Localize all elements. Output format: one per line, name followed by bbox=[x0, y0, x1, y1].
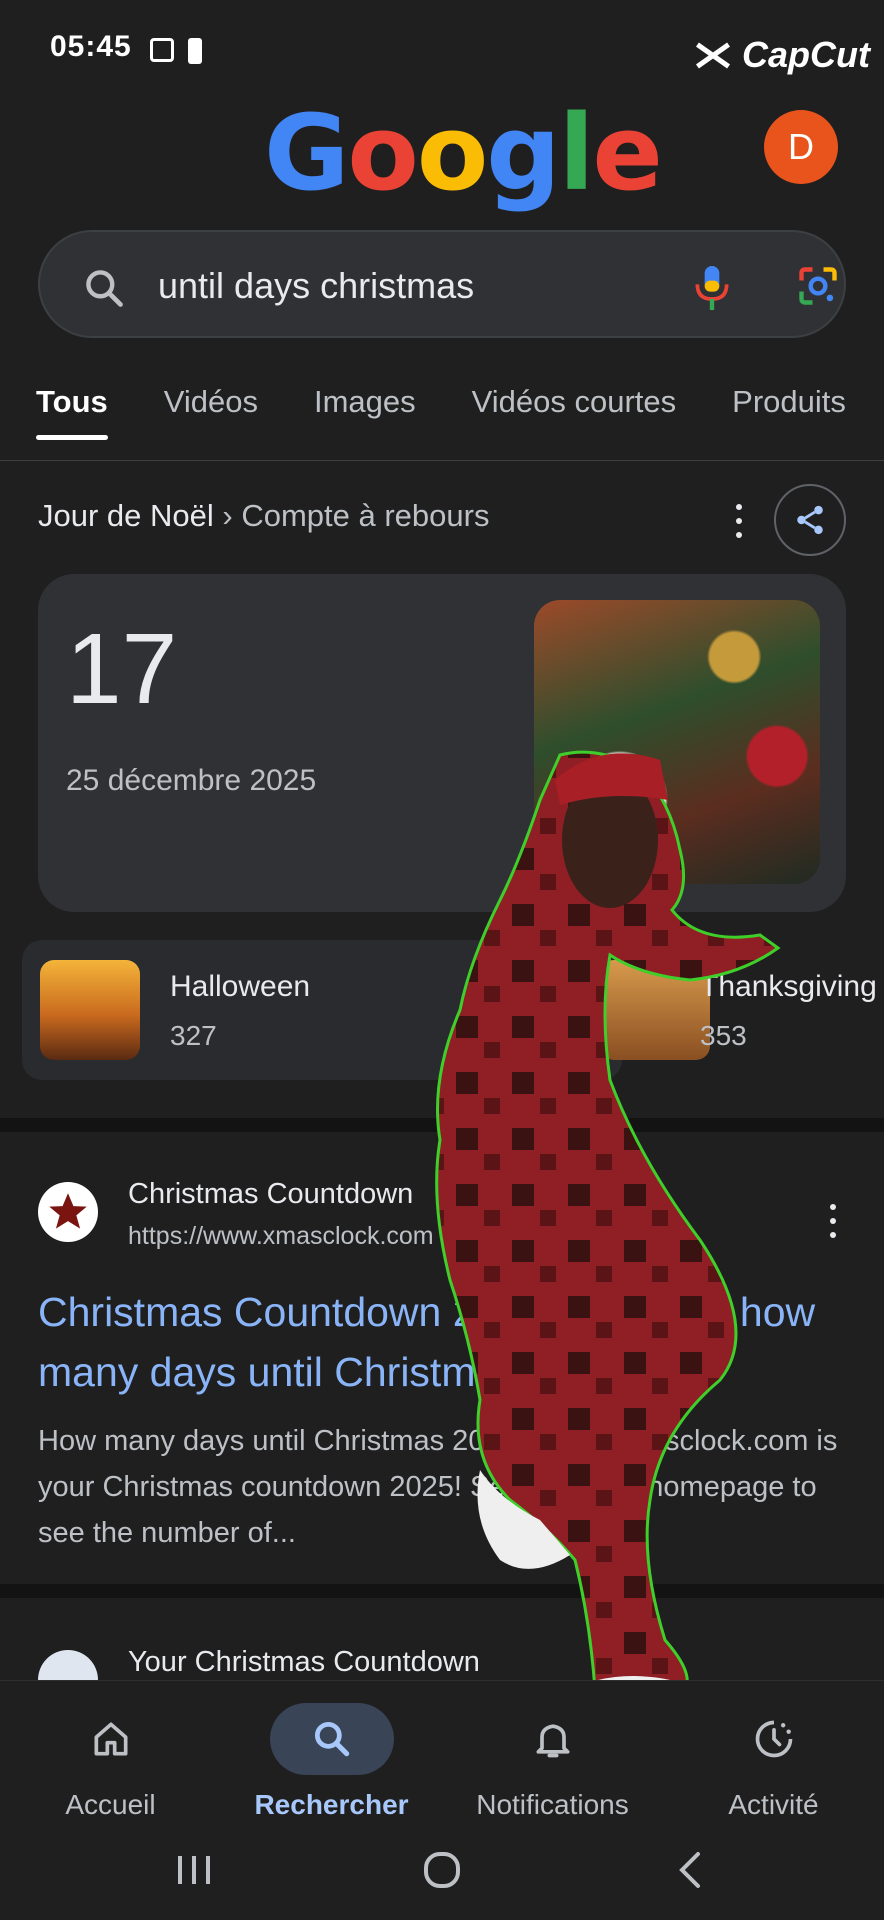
site-favicon bbox=[38, 1182, 98, 1242]
google-lens-icon[interactable] bbox=[796, 264, 840, 308]
target-date: 25 décembre 2025 bbox=[66, 764, 317, 797]
home-icon bbox=[94, 1722, 127, 1756]
back-button[interactable] bbox=[660, 1840, 720, 1900]
share-button[interactable] bbox=[774, 484, 846, 556]
nav-notifications[interactable]: Notifications bbox=[442, 1681, 663, 1821]
nav-rechercher[interactable]: Rechercher bbox=[221, 1681, 442, 1821]
christmas-tree-image bbox=[534, 600, 820, 884]
nav-activite[interactable]: Activité bbox=[663, 1681, 884, 1821]
back-icon bbox=[679, 1852, 700, 1888]
capcut-logo-icon bbox=[690, 37, 734, 73]
result-title-link[interactable]: Christmas Countdown 2025 - Find out how … bbox=[38, 1282, 838, 1402]
days-remaining: 17 bbox=[66, 613, 178, 725]
search-tabs: Tous Vidéos Images Vidéos courtes Produi… bbox=[36, 384, 884, 440]
holiday-name: Thanksgiving bbox=[700, 970, 877, 1003]
thanksgiving-image bbox=[600, 960, 710, 1060]
tab-videos-courtes[interactable]: Vidéos courtes bbox=[472, 384, 677, 440]
more-options-icon[interactable] bbox=[734, 504, 744, 538]
result-site-name[interactable]: Christmas Countdown bbox=[128, 1178, 413, 1211]
section-divider bbox=[0, 1118, 884, 1132]
breadcrumb-title: Jour de Noël bbox=[38, 498, 214, 533]
logo-letter: o bbox=[347, 92, 418, 214]
breadcrumb: Jour de Noël › Compte à rebours bbox=[38, 498, 489, 534]
result-snippet: How many days until Christmas 2025? www.… bbox=[38, 1425, 838, 1549]
tab-videos[interactable]: Vidéos bbox=[164, 384, 258, 440]
countdown-card[interactable]: 17 25 décembre 2025 bbox=[38, 574, 846, 912]
system-navigation-bar bbox=[0, 1820, 884, 1920]
bell-icon bbox=[536, 1724, 569, 1758]
tabs-divider bbox=[0, 460, 884, 461]
breadcrumb-subtitle: Compte à rebours bbox=[241, 498, 490, 533]
holiday-card-thanksgiving[interactable]: Thanksgiving 353 bbox=[560, 940, 884, 1080]
home-button[interactable] bbox=[412, 1840, 472, 1900]
search-bar[interactable] bbox=[38, 230, 846, 338]
status-time: 05:45 bbox=[50, 30, 132, 63]
activity-icon bbox=[755, 1720, 792, 1758]
tab-produits[interactable]: Produits bbox=[732, 384, 846, 440]
share-icon bbox=[797, 505, 823, 535]
holiday-days: 327 bbox=[170, 1020, 217, 1051]
tab-tous[interactable]: Tous bbox=[36, 384, 108, 440]
holiday-days: 353 bbox=[700, 1020, 747, 1051]
account-avatar[interactable]: D bbox=[764, 110, 838, 184]
halloween-image bbox=[40, 960, 140, 1060]
section-divider bbox=[0, 1584, 884, 1598]
logo-letter: G bbox=[264, 92, 349, 214]
recent-apps-button[interactable] bbox=[164, 1840, 224, 1900]
battery-icon bbox=[188, 38, 202, 64]
nav-label: Accueil bbox=[65, 1789, 156, 1820]
nav-label: Notifications bbox=[476, 1789, 629, 1820]
logo-letter: l bbox=[558, 92, 595, 214]
screenshot-icon bbox=[150, 38, 174, 62]
star-icon bbox=[45, 1189, 91, 1235]
logo-letter: g bbox=[486, 92, 560, 214]
search-icon bbox=[314, 1721, 349, 1757]
microphone-icon[interactable] bbox=[690, 262, 734, 314]
home-circle-icon bbox=[424, 1852, 460, 1888]
google-logo[interactable]: G o o g l e bbox=[264, 92, 663, 214]
recent-apps-icon bbox=[178, 1856, 210, 1884]
search-input[interactable] bbox=[158, 262, 658, 310]
tab-images[interactable]: Images bbox=[314, 384, 416, 440]
capcut-label: CapCut bbox=[742, 34, 870, 75]
logo-letter: e bbox=[592, 92, 663, 214]
status-icons bbox=[150, 38, 202, 64]
holiday-name: Halloween bbox=[170, 970, 311, 1003]
result-site-name[interactable]: Your Christmas Countdown bbox=[128, 1646, 480, 1679]
capcut-watermark: CapCut bbox=[690, 34, 870, 76]
result-more-options-icon[interactable] bbox=[828, 1204, 838, 1238]
breadcrumb-separator: › bbox=[213, 498, 242, 533]
nav-label: Activité bbox=[728, 1789, 819, 1820]
result-url[interactable]: https://www.xmasclock.com bbox=[128, 1222, 434, 1251]
nav-label: Rechercher bbox=[254, 1789, 409, 1820]
search-icon[interactable] bbox=[82, 266, 126, 310]
holiday-card-halloween[interactable]: Halloween 327 bbox=[22, 940, 622, 1080]
logo-letter: o bbox=[416, 92, 488, 214]
screen: 05:45 CapCut G o o g l e D until days ch… bbox=[0, 0, 884, 1920]
nav-accueil[interactable]: Accueil bbox=[0, 1681, 221, 1821]
